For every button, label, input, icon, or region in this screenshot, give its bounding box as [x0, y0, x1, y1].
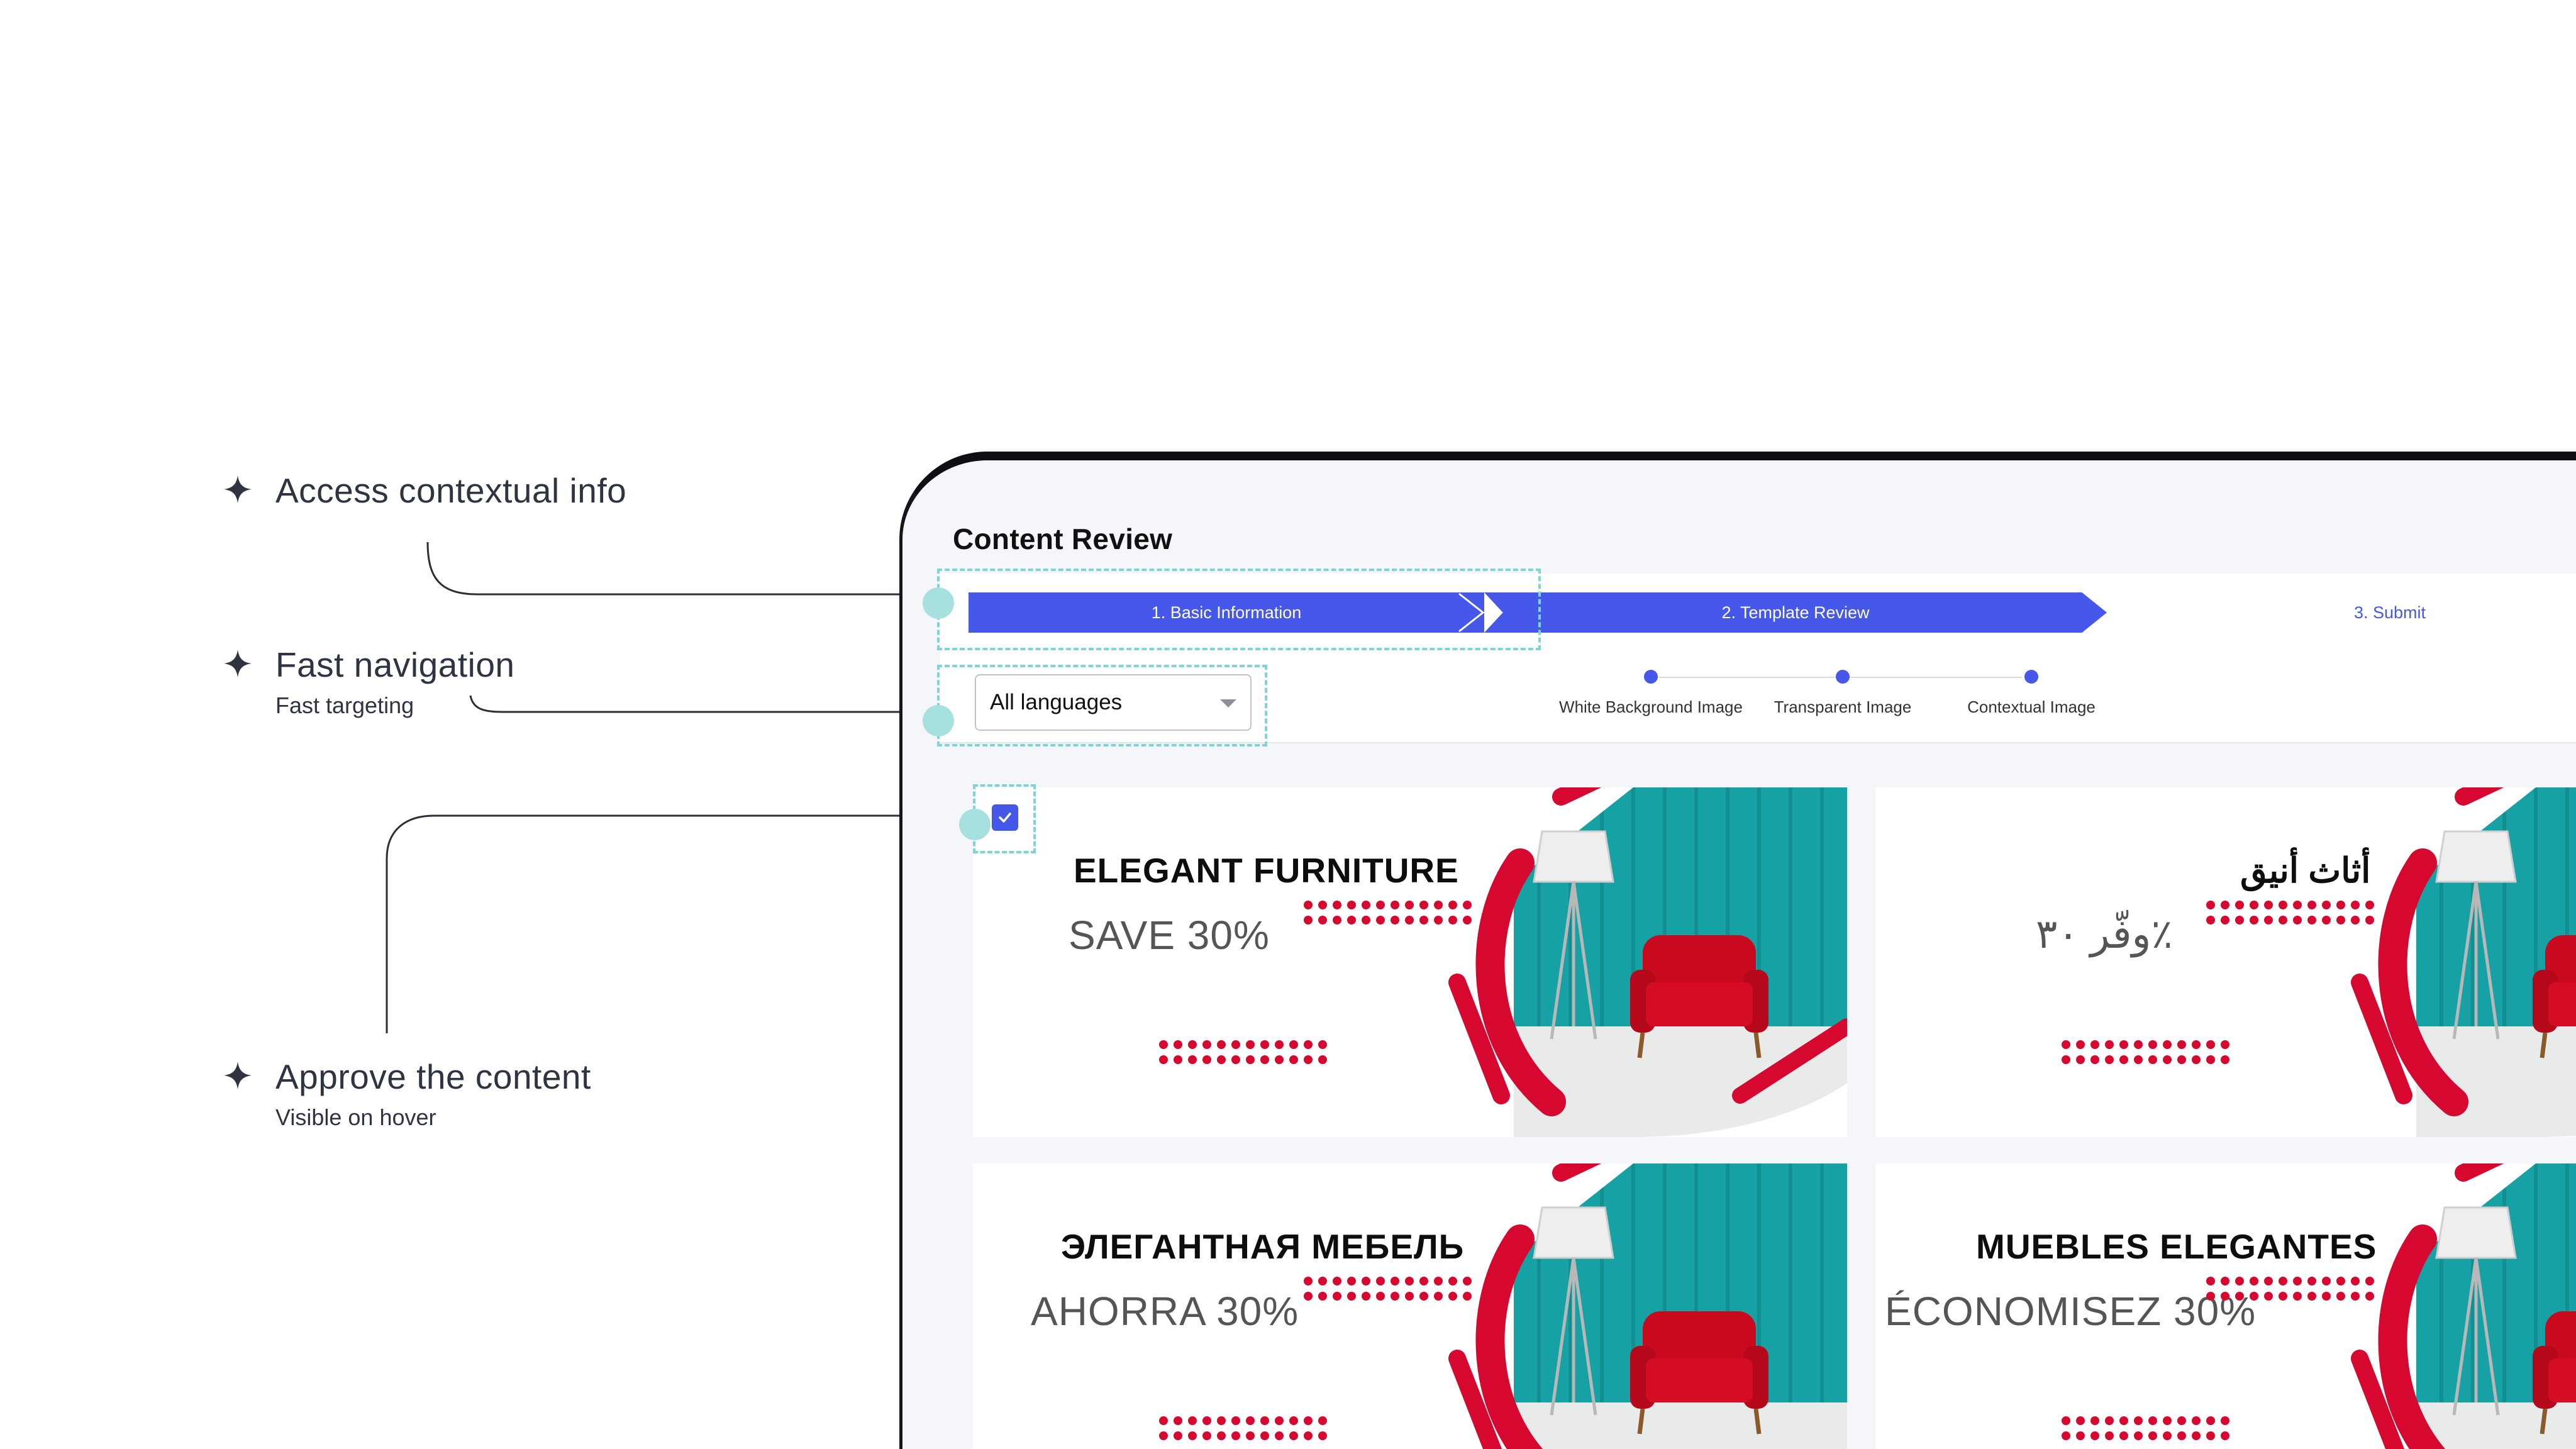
annotation-subtitle: Visible on hover	[275, 1104, 436, 1130]
substep-contextual[interactable]: Contextual Image	[1931, 668, 2132, 717]
substep-dot	[1644, 670, 1658, 684]
highlight-stepper	[937, 569, 1541, 650]
annotation-title: Approve the content	[275, 1057, 591, 1096]
banner-offer: SAVE 30%	[1069, 913, 1270, 958]
annotation-title: Access contextual info	[275, 471, 627, 510]
banner-offer: ÉCONOMISEZ 30%	[1885, 1289, 2257, 1334]
banner-headline: ELEGANT FURNITURE	[1074, 851, 1459, 890]
dot-pattern	[1159, 1416, 1327, 1440]
substep-label: White Background Image	[1559, 697, 1743, 716]
annotation-subtitle: Fast targeting	[275, 692, 414, 718]
substep-white-background[interactable]: White Background Image	[1550, 668, 1752, 717]
armchair-lamp-image	[2351, 787, 2576, 1137]
banner-card[interactable]: ELEGANT FURNITURE SAVE 30%	[973, 787, 1847, 1137]
banner-headline: ЭЛЕГАНТНАЯ МЕБЕЛЬ	[1061, 1227, 1465, 1266]
substep-label: Contextual Image	[1967, 697, 2096, 716]
armchair-lamp-image	[1448, 1163, 1847, 1449]
page-title: Content Review	[953, 523, 1173, 555]
step-template-review[interactable]: 2. Template Review	[1484, 592, 2107, 633]
content-review-screen: Content Review 1. Basic Information 2. T…	[902, 460, 2576, 1449]
armchair-lamp-image	[1448, 787, 1847, 1137]
dot-pattern	[2062, 1040, 2229, 1064]
dot-pattern	[2062, 1416, 2229, 1440]
dot-pattern	[1159, 1040, 1327, 1064]
sparkle-icon	[224, 650, 252, 677]
banner-headline: MUEBLES ELEGANTES	[1976, 1227, 2377, 1266]
sparkle-icon	[224, 1062, 252, 1089]
substep-dot	[1836, 670, 1850, 684]
annotation-title: Fast navigation	[275, 645, 515, 684]
sparkle-icon	[224, 475, 252, 503]
banner-offer: AHORRA 30%	[1031, 1289, 1299, 1334]
banner-card[interactable]: أثاث أنيق وفّر ٣٠٪	[1875, 787, 2576, 1137]
connector-endpoint	[923, 587, 954, 619]
connector-endpoint	[959, 809, 991, 840]
highlight-language-filter	[937, 665, 1267, 747]
banner-offer: وفّر ٣٠٪	[2036, 911, 2173, 957]
template-substeps: White Background Image Transparent Image…	[1550, 668, 2116, 724]
banner-card[interactable]: ЭЛЕГАНТНАЯ МЕБЕЛЬ AHORRA 30%	[973, 1163, 1847, 1449]
armchair-lamp-image	[2351, 1163, 2576, 1449]
connector-endpoint	[923, 705, 954, 736]
substep-transparent[interactable]: Transparent Image	[1742, 668, 1943, 717]
device-frame: Content Review 1. Basic Information 2. T…	[899, 452, 2576, 1449]
substep-dot	[2024, 670, 2038, 684]
banner-card[interactable]: MUEBLES ELEGANTES ÉCONOMISEZ 30%	[1875, 1163, 2576, 1449]
step-submit[interactable]: 3. Submit	[2107, 592, 2576, 633]
substep-label: Transparent Image	[1774, 697, 1912, 716]
